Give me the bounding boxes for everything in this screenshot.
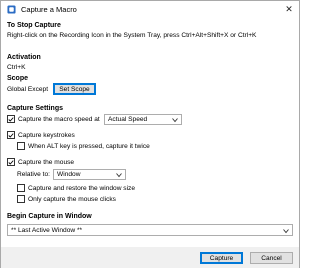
only-clicks-checkbox[interactable]: Only capture the mouse clicks <box>17 195 116 203</box>
begin-capture-heading: Begin Capture in Window <box>7 213 92 220</box>
title-bar: Capture a Macro ✕ <box>1 1 299 18</box>
scope-heading: Scope <box>7 75 29 82</box>
only-clicks-label: Only capture the mouse clicks <box>28 195 116 203</box>
app-icon <box>7 5 16 14</box>
relative-to-select[interactable]: Window <box>53 169 126 180</box>
capture-button[interactable]: Capture <box>200 252 243 264</box>
restore-window-checkbox[interactable]: Capture and restore the window size <box>17 184 135 192</box>
stop-capture-heading: To Stop Capture <box>7 22 61 29</box>
relative-to-value: Window <box>57 171 81 178</box>
alt-key-label: When ALT key is pressed, capture it twic… <box>28 142 150 150</box>
restore-window-label: Capture and restore the window size <box>28 184 136 192</box>
chevron-down-icon <box>116 173 122 178</box>
scope-value: Global Except <box>7 86 49 93</box>
dialog-content: To Stop Capture Right-click on the Recor… <box>1 18 299 247</box>
chevron-down-icon <box>283 229 289 234</box>
speed-select[interactable]: Actual Speed <box>104 114 182 125</box>
window-title: Capture a Macro <box>21 5 77 14</box>
keystrokes-checkbox[interactable]: Capture keystrokes <box>7 131 75 139</box>
macro-speed-checkbox[interactable]: Capture the macro speed at <box>7 115 100 123</box>
checkbox-unchecked-icon[interactable] <box>17 184 25 192</box>
set-scope-button[interactable]: Set Scope <box>53 83 96 95</box>
chevron-down-icon <box>172 118 178 123</box>
relative-to-label: Relative to: <box>17 171 50 178</box>
alt-key-checkbox[interactable]: When ALT key is pressed, capture it twic… <box>17 142 150 150</box>
close-icon[interactable]: ✕ <box>283 4 295 15</box>
activation-value: Ctrl+K <box>7 64 26 71</box>
capture-macro-dialog: Capture a Macro ✕ To Stop Capture Right-… <box>0 0 300 268</box>
checkbox-unchecked-icon[interactable] <box>17 142 25 150</box>
macro-speed-label: Capture the macro speed at <box>18 115 100 123</box>
speed-select-value: Actual Speed <box>108 116 148 123</box>
stop-capture-instruction: Right-click on the Recording Icon in the… <box>7 32 257 39</box>
capture-window-select[interactable]: ** Last Active Window ** <box>7 224 293 236</box>
checkbox-checked-icon[interactable] <box>7 115 15 123</box>
dialog-footer: Capture Cancel <box>1 247 299 268</box>
activation-heading: Activation <box>7 54 41 61</box>
checkbox-unchecked-icon[interactable] <box>17 195 25 203</box>
capture-settings-heading: Capture Settings <box>7 105 64 112</box>
mouse-checkbox[interactable]: Capture the mouse <box>7 158 74 166</box>
cancel-button[interactable]: Cancel <box>250 252 293 264</box>
checkbox-checked-icon[interactable] <box>7 158 15 166</box>
keystrokes-label: Capture keystrokes <box>18 131 75 139</box>
mouse-label: Capture the mouse <box>18 158 75 166</box>
checkbox-checked-icon[interactable] <box>7 131 15 139</box>
capture-window-value: ** Last Active Window ** <box>11 226 83 234</box>
